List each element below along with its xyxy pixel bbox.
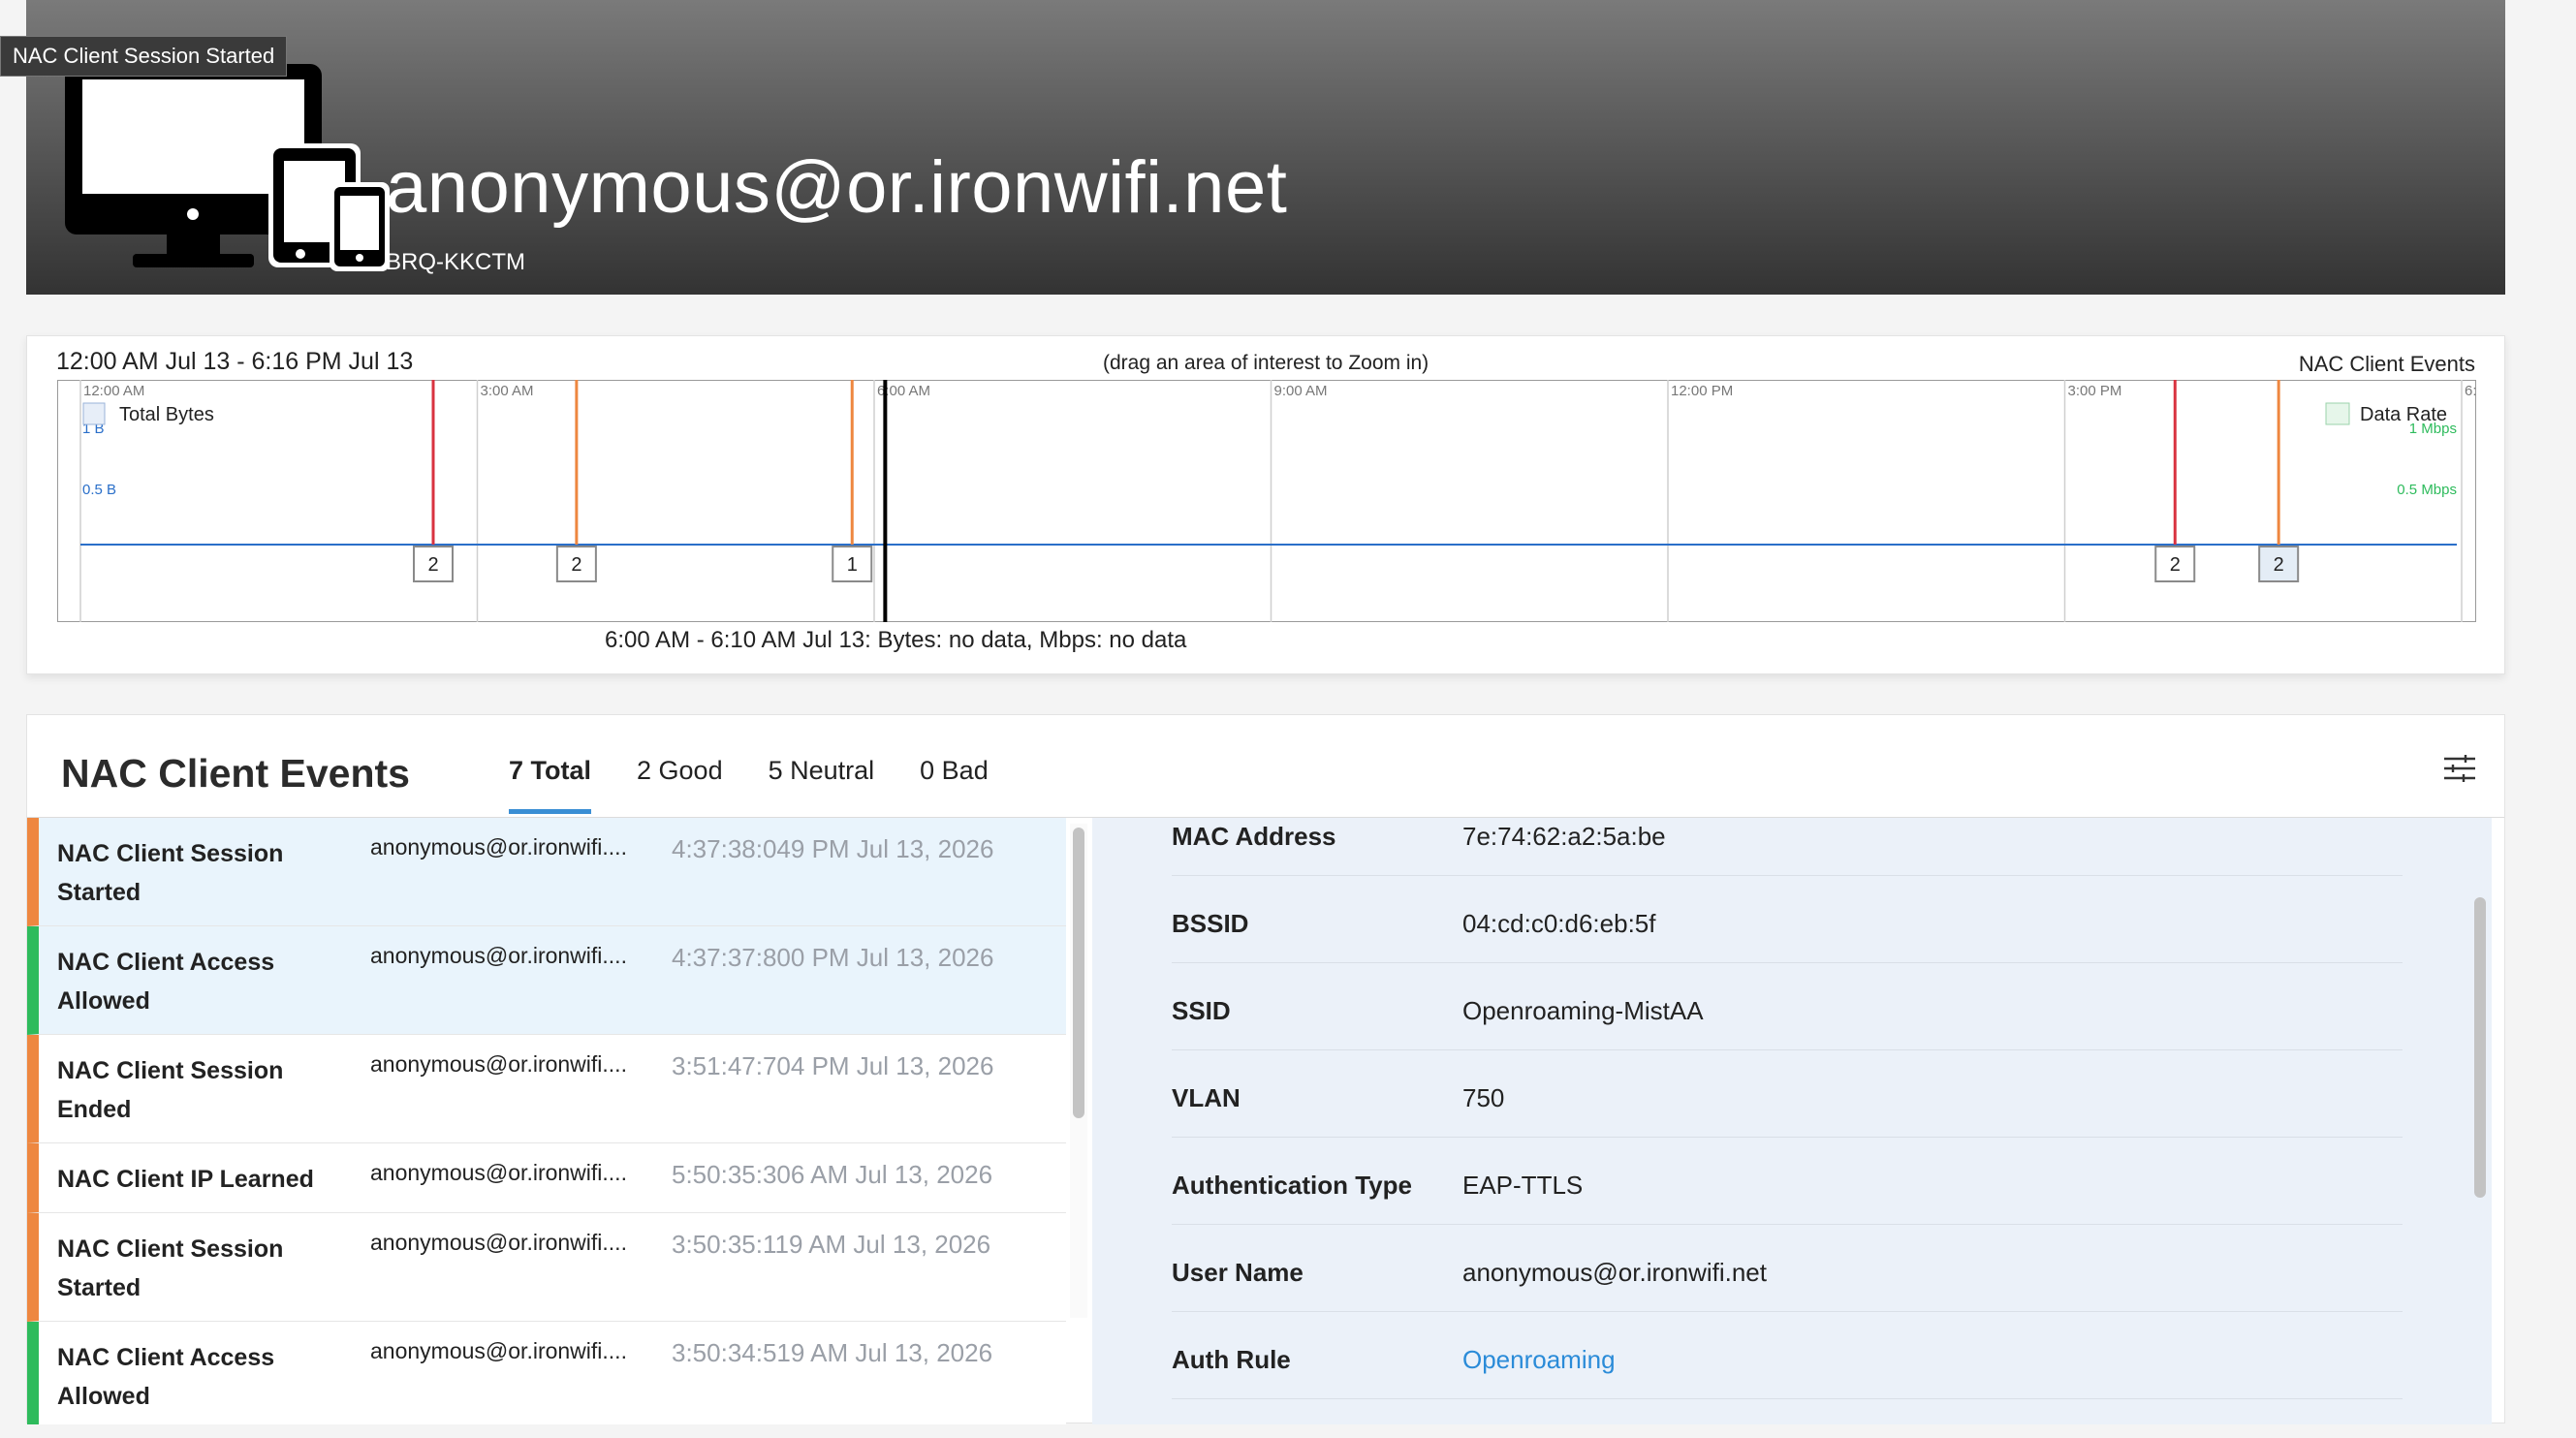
timeline-panel: 12:00 AM Jul 13 - 6:16 PM Jul 13 (drag a… — [26, 335, 2505, 674]
x-tick-label: 12:00 PM — [1671, 383, 1733, 399]
event-user: anonymous@or.ironwifi.... — [370, 1160, 627, 1185]
devices-icon — [65, 64, 390, 271]
event-name: NAC Client Access Allowed — [57, 1344, 275, 1410]
timeline-range: 12:00 AM Jul 13 - 6:16 PM Jul 13 — [56, 348, 414, 375]
tab-good[interactable]: 2 Good — [637, 756, 723, 814]
detail-row: SSID Openroaming-MistAA — [1172, 963, 2403, 1050]
detail-label: SSID — [1172, 996, 1231, 1025]
detail-value: Openroaming-MistAA — [1462, 996, 1704, 1025]
list-scrollbar[interactable] — [1070, 824, 1087, 1318]
list-item[interactable]: NAC Client Access Allowed anonymous@or.i… — [27, 926, 1066, 1035]
detail-value: 750 — [1462, 1083, 1505, 1112]
detail-label: Auth Rule — [1172, 1345, 1291, 1374]
event-time: 4:37:37:800 PM Jul 13, 2026 — [672, 943, 994, 972]
event-time: 3:50:34:519 AM Jul 13, 2026 — [672, 1338, 993, 1367]
sliders-icon[interactable] — [2442, 754, 2477, 783]
event-user: anonymous@or.ironwifi.... — [370, 834, 627, 860]
list-item[interactable]: NAC Client Session Started anonymous@or.… — [27, 1213, 1066, 1322]
event-time: 3:51:47:704 PM Jul 13, 2026 — [672, 1051, 994, 1080]
events-title: NAC Client Events — [61, 751, 410, 796]
event-user: anonymous@or.ironwifi.... — [370, 1051, 627, 1077]
list-item[interactable]: NAC Client Session Started anonymous@or.… — [27, 818, 1066, 926]
list-scroll-thumb[interactable] — [1073, 828, 1084, 1118]
event-time: 5:50:35:306 AM Jul 13, 2026 — [672, 1160, 993, 1189]
detail-row: User Name anonymous@or.ironwifi.net — [1172, 1225, 2403, 1312]
event-count-label: 2 — [427, 554, 438, 576]
event-name: NAC Client Session Started — [57, 840, 284, 906]
detail-row: Authentication Type EAP-TTLS — [1172, 1138, 2403, 1225]
timeline-chart[interactable]: 12:00 AM 3:00 AM 6:00 AM 9:00 AM 12:00 PM 3:0… — [57, 380, 2476, 622]
tooltip: NAC Client Session Started — [0, 36, 288, 77]
x-tick-label: 12:00 AM — [83, 383, 144, 399]
x-tick-label: 3:00 PM — [2068, 383, 2122, 399]
detail-scrollbar[interactable] — [2468, 818, 2492, 1424]
detail-label: User Name — [1172, 1258, 1304, 1287]
tab-neutral[interactable]: 5 Neutral — [769, 756, 875, 814]
event-time: 4:37:38:049 PM Jul 13, 2026 — [672, 834, 994, 863]
client-header: anonymous@or.ironwifi.net BRQ-KKCTM — [26, 0, 2505, 295]
timeline-status: 6:00 AM - 6:10 AM Jul 13: Bytes: no data… — [605, 627, 1187, 653]
detail-value: 04:cd:c0:d6:eb:5f — [1462, 909, 1656, 938]
client-username: anonymous@or.ironwifi.net — [386, 146, 1288, 229]
detail-row: VLAN 750 — [1172, 1050, 2403, 1138]
client-site: BRQ-KKCTM — [386, 249, 525, 275]
event-count-label: 2 — [2170, 554, 2181, 576]
event-name: NAC Client Session Ended — [57, 1057, 284, 1123]
tab-bad[interactable]: 0 Bad — [920, 756, 989, 814]
legend-label: Data Rate — [2360, 404, 2447, 425]
events-list: NAC Client Session Started anonymous@or.… — [27, 818, 1066, 1424]
list-item[interactable]: NAC Client Session Ended anonymous@or.ir… — [27, 1035, 1066, 1143]
timeline-label: NAC Client Events — [2298, 352, 2475, 376]
detail-scroll-thumb[interactable] — [2474, 897, 2486, 1198]
legend-label: Total Bytes — [119, 404, 214, 425]
tab-total[interactable]: 7 Total — [509, 756, 592, 814]
detail-label: MAC Address — [1172, 822, 1336, 851]
x-tick-label: 6:00 PM — [2465, 383, 2476, 399]
event-user: anonymous@or.ironwifi.... — [370, 943, 627, 968]
event-name: NAC Client Access Allowed — [57, 949, 275, 1015]
event-count-label: 2 — [571, 554, 581, 576]
event-details: MAC Address 7e:74:62:a2:5a:be BSSID 04:c… — [1092, 818, 2492, 1424]
list-item[interactable]: NAC Client Access Allowed anonymous@or.i… — [27, 1322, 1066, 1424]
x-tick-label: 3:00 AM — [481, 383, 534, 399]
detail-label: VLAN — [1172, 1083, 1241, 1112]
x-tick-label: 9:00 AM — [1274, 383, 1328, 399]
timeline-hint: (drag an area of interest to Zoom in) — [1103, 352, 1429, 374]
legend-swatch-rate — [2325, 402, 2350, 425]
list-item[interactable]: NAC Client IP Learned anonymous@or.ironw… — [27, 1143, 1066, 1213]
event-name: NAC Client IP Learned — [57, 1166, 314, 1193]
detail-row: BSSID 04:cd:c0:d6:eb:5f — [1172, 876, 2403, 963]
detail-value: EAP-TTLS — [1462, 1171, 1584, 1200]
detail-value: anonymous@or.ironwifi.net — [1462, 1258, 1767, 1287]
event-count-label: 2 — [2274, 554, 2284, 576]
events-tabs: 7 Total 2 Good 5 Neutral 0 Bad — [509, 756, 1034, 814]
y-tick-label: 0.5 Mbps — [2397, 482, 2457, 498]
detail-label: Authentication Type — [1172, 1171, 1412, 1200]
event-user: anonymous@or.ironwifi.... — [370, 1230, 627, 1255]
event-count-label: 1 — [847, 554, 858, 576]
chart-frame — [57, 380, 2476, 622]
detail-value: 7e:74:62:a2:5a:be — [1462, 822, 1666, 851]
detail-row: MAC Address 7e:74:62:a2:5a:be — [1172, 818, 2403, 876]
detail-row: Auth Rule Openroaming — [1172, 1312, 2403, 1399]
event-time: 3:50:35:119 AM Jul 13, 2026 — [672, 1230, 991, 1259]
y-tick-label: 0.5 B — [82, 482, 116, 498]
event-user: anonymous@or.ironwifi.... — [370, 1338, 627, 1363]
events-panel: NAC Client Events 7 Total 2 Good 5 Neutr… — [26, 714, 2505, 1424]
detail-label: BSSID — [1172, 909, 1249, 938]
event-name: NAC Client Session Started — [57, 1235, 284, 1301]
auth-rule-link[interactable]: Openroaming — [1462, 1345, 1616, 1375]
legend-swatch-bytes — [82, 402, 106, 425]
